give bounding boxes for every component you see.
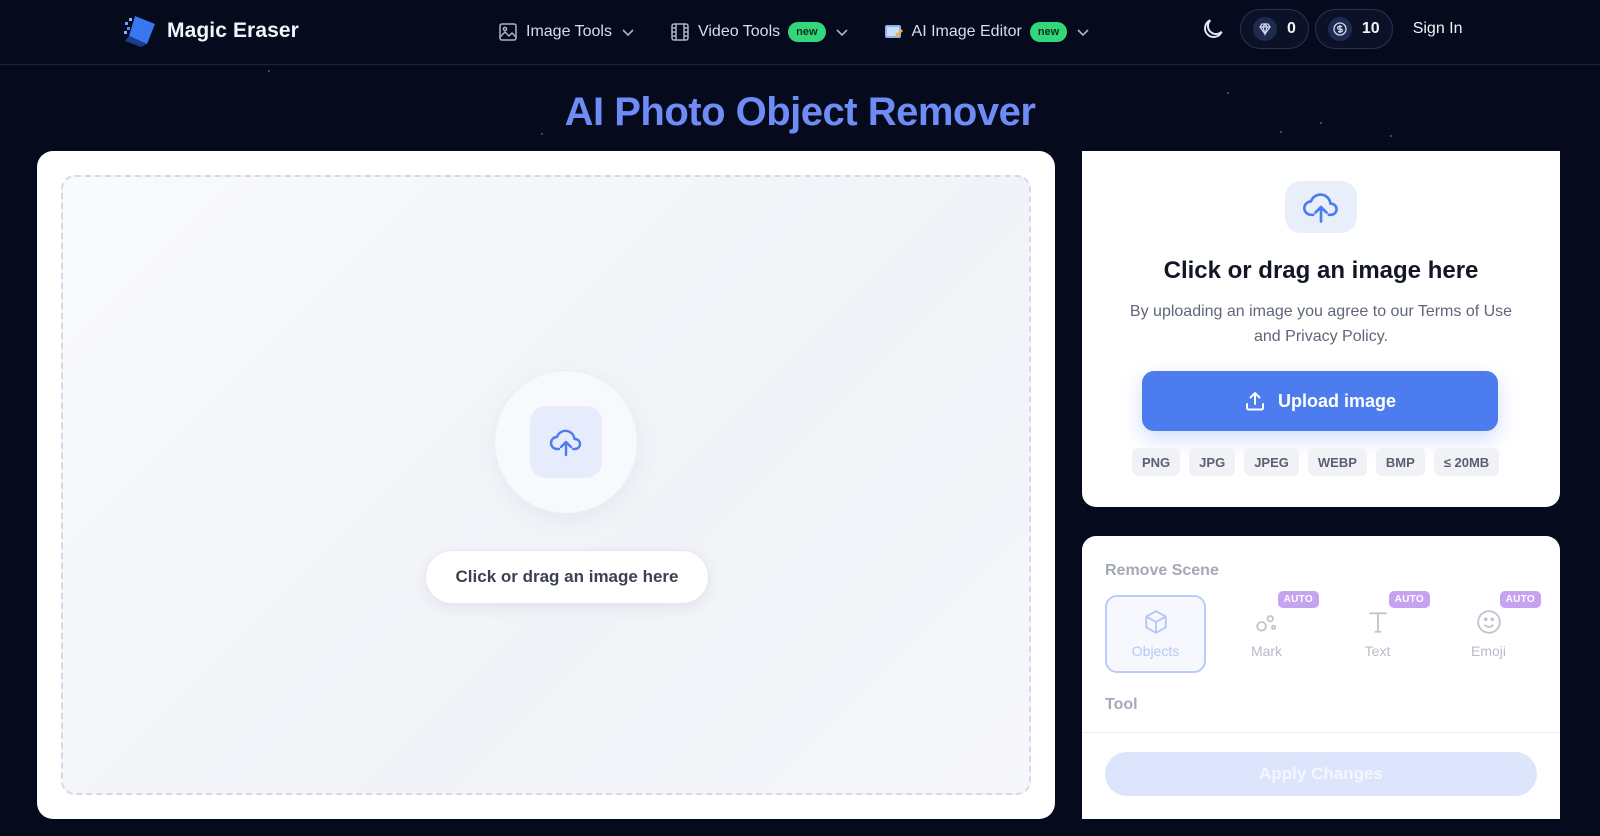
chevron-down-icon [622, 29, 634, 37]
supported-formats: PNG JPG JPEG WEBP BMP ≤ 20MB [1132, 448, 1500, 476]
background-star [268, 70, 270, 72]
upload-image-label: Upload image [1277, 390, 1397, 411]
top-navbar: Magic Eraser Image Tools Video Tools new… [0, 0, 1600, 65]
dropzone-upload-circle[interactable] [495, 371, 637, 513]
watermark-icon [1255, 615, 1276, 632]
auto-badge: AUTO [1499, 591, 1541, 608]
coin-icon [1327, 17, 1352, 41]
cloud-upload-icon [549, 429, 582, 457]
diamond-icon [1253, 17, 1277, 41]
scene-objects[interactable]: Objects [1105, 595, 1206, 673]
dropzone-label[interactable]: Click or drag an image here [425, 550, 709, 604]
nav-ai-image-editor[interactable]: AI Image Editor new [884, 17, 1092, 47]
format-tag: BMP [1375, 448, 1425, 476]
cloud-upload-icon [1303, 193, 1338, 223]
tool-label: Tool [1105, 696, 1138, 713]
remove-scene-label: Remove Scene [1105, 562, 1219, 579]
gems-count: 0 [1287, 20, 1296, 37]
scene-objects-label: Objects [1131, 643, 1180, 659]
credits-count: 10 [1361, 20, 1380, 37]
film-icon [671, 23, 689, 41]
nav-video-tools[interactable]: Video Tools new [670, 17, 850, 47]
scene-mark-label: Mark [1250, 643, 1283, 659]
auto-badge: AUTO [1277, 591, 1319, 608]
upload-panel: Click or drag an image here By uploading… [1082, 151, 1560, 507]
brand-name: Magic Eraser [167, 19, 299, 42]
remove-options-panel: Remove Scene Objects AUTO Mark AUTO Text… [1082, 536, 1560, 819]
new-badge: new [1029, 22, 1068, 42]
nav-video-tools-label: Video Tools [697, 23, 781, 40]
emoji-icon [1476, 610, 1501, 634]
chevron-down-icon [835, 29, 848, 37]
main-nav: Image Tools Video Tools new AI Image Edi… [498, 17, 1125, 47]
sign-in-link[interactable]: Sign In [1413, 20, 1463, 38]
background-star [1390, 135, 1392, 137]
magic-eraser-logo-icon [124, 16, 155, 47]
page-title: AI Photo Object Remover [564, 90, 1036, 134]
nav-ai-image-editor-label: AI Image Editor [911, 23, 1022, 40]
ai-editor-icon [884, 25, 903, 38]
nav-image-tools[interactable]: Image Tools [498, 17, 636, 47]
upload-icon [1245, 392, 1264, 411]
editor-canvas: Click or drag an image here [37, 151, 1055, 819]
chevron-down-icon [1077, 29, 1089, 37]
upload-image-button[interactable]: Upload image [1142, 371, 1498, 431]
scene-mark[interactable]: AUTO Mark [1216, 591, 1319, 673]
scene-text-label: Text [1364, 643, 1391, 659]
header-actions: 0 10 Sign In [1200, 9, 1463, 49]
credits-balance[interactable]: 10 [1314, 9, 1393, 49]
divider [1082, 732, 1560, 733]
moon-icon[interactable] [1200, 16, 1226, 42]
scene-emoji-label: Emoji [1470, 643, 1506, 659]
format-tag: WEBP [1307, 448, 1367, 476]
text-icon [1368, 612, 1387, 633]
new-badge: new [788, 22, 826, 42]
cube-icon [1144, 610, 1167, 634]
gems-balance[interactable]: 0 [1240, 9, 1309, 49]
brand-logo[interactable]: Magic Eraser [123, 14, 299, 48]
format-tag: JPEG [1244, 448, 1299, 476]
nav-image-tools-label: Image Tools [526, 23, 612, 40]
apply-changes-button[interactable]: Apply Changes [1105, 752, 1537, 796]
upload-panel-icon-box [1285, 181, 1357, 233]
image-dropzone[interactable]: Click or drag an image here [61, 175, 1031, 795]
max-size-tag: ≤ 20MB [1433, 448, 1500, 476]
scene-emoji[interactable]: AUTO Emoji [1438, 591, 1541, 673]
scene-selector: Objects AUTO Mark AUTO Text AUTO Emoji [1105, 591, 1541, 673]
format-tag: JPG [1189, 448, 1236, 476]
upload-terms-text: By uploading an image you agree to our T… [1129, 303, 1513, 345]
auto-badge: AUTO [1388, 591, 1430, 608]
format-tag: PNG [1132, 448, 1181, 476]
image-icon [499, 23, 517, 41]
upload-panel-title: Click or drag an image here [1163, 257, 1479, 284]
scene-text[interactable]: AUTO Text [1327, 591, 1430, 673]
